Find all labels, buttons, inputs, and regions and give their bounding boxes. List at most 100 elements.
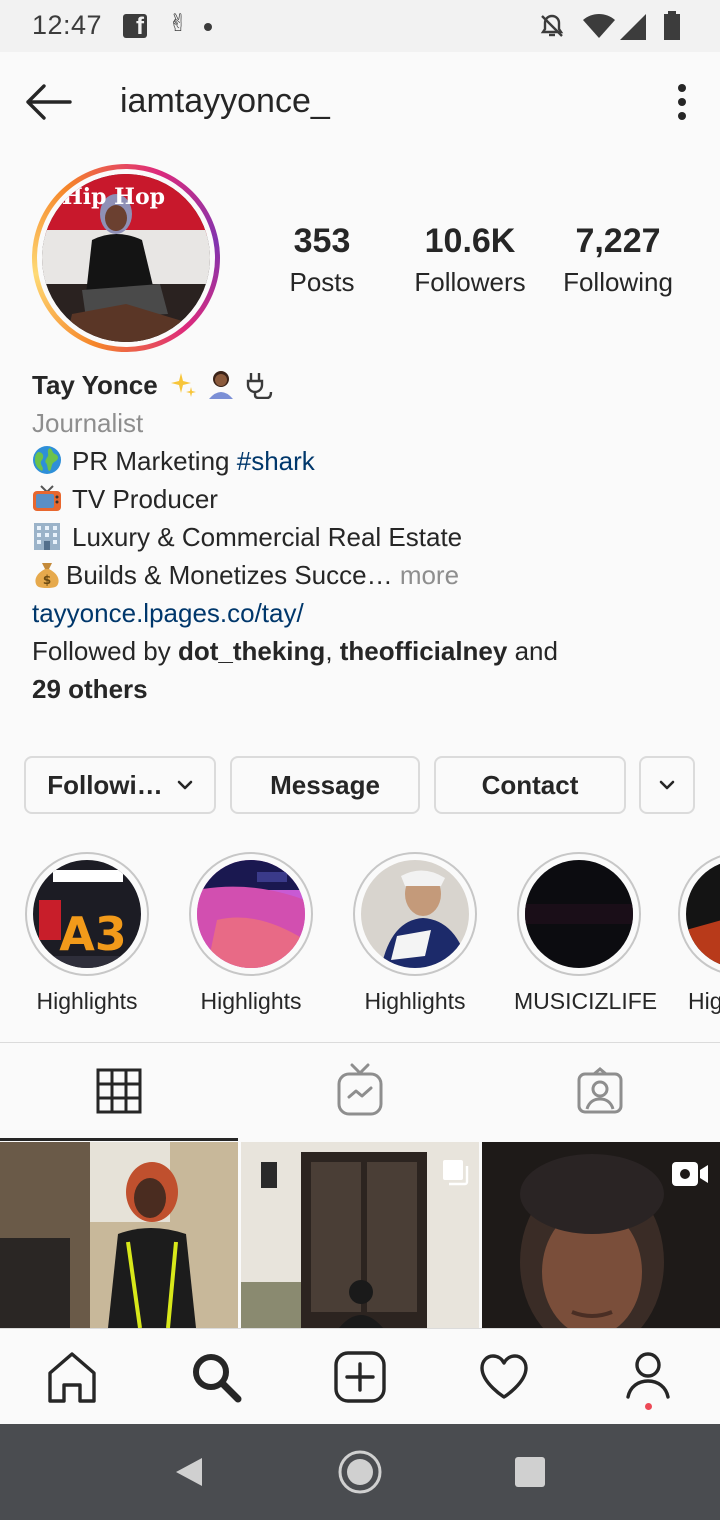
contact-button[interactable]: Contact [434, 756, 626, 814]
highlight-label: Highlights [36, 988, 138, 1014]
highlight-cover: A3 [33, 860, 141, 968]
active-tab-indicator [0, 1138, 238, 1141]
highlight-cover [197, 860, 305, 968]
highlight-item[interactable]: Highlights [186, 852, 316, 1015]
tab-posts-grid[interactable] [0, 1043, 240, 1141]
following-count: 7,227 [575, 222, 661, 260]
posts-label: Posts [289, 267, 355, 297]
home-icon[interactable] [44, 1349, 100, 1405]
highlight-label: Highlights [364, 988, 466, 1014]
following-button[interactable]: Followi… [24, 756, 216, 814]
suggested-accounts-button[interactable] [639, 756, 695, 814]
heart-icon[interactable] [476, 1349, 532, 1405]
stat-followers[interactable]: 10.6K Followers [402, 222, 538, 298]
status-bar: 12:47 ✌ [0, 0, 720, 52]
android-back-icon[interactable] [170, 1454, 206, 1490]
highlight-item[interactable]: MUSICIZLIFE [514, 852, 658, 1015]
tab-tagged[interactable] [480, 1043, 720, 1141]
money-bag-emoji-icon: $ [35, 563, 59, 588]
bio-line-4-text: Builds & Monetizes Succe… [66, 560, 393, 590]
svg-text:A3: A3 [59, 907, 127, 961]
followed-by-and: and [507, 636, 558, 666]
profile-tabs [0, 1042, 720, 1141]
bio-line-1-text: PR Marketing [72, 446, 237, 476]
bio-website-link[interactable]: tayyonce.lpages.co/tay/ [32, 594, 692, 632]
followers-count: 10.6K [424, 222, 516, 260]
android-navigation-bar [0, 1424, 720, 1520]
tagged-icon [577, 1067, 623, 1114]
woman-emoji-icon [209, 371, 234, 399]
office-building-emoji-icon [34, 523, 60, 550]
message-button[interactable]: Message [230, 756, 420, 814]
bottom-navigation [0, 1328, 720, 1424]
grid-icon [96, 1068, 142, 1114]
post-thumbnail[interactable] [482, 1142, 720, 1328]
post-thumbnail[interactable] [241, 1142, 479, 1328]
mutual-followers-others[interactable]: 29 others [32, 670, 692, 708]
highlight-cover [686, 860, 720, 968]
display-name: Tay Yonce [32, 370, 158, 400]
highlight-label: Highlights [200, 988, 302, 1014]
bio-line-3: Luxury & Commercial Real Estate [32, 518, 692, 556]
profile-avatar[interactable]: Hip Hop [32, 164, 220, 352]
more-options-icon[interactable] [664, 80, 700, 124]
notifications-muted-icon [540, 14, 564, 37]
avatar-photo: Hip Hop [42, 174, 210, 342]
posts-count: 353 [293, 222, 351, 260]
android-home-icon[interactable] [336, 1448, 384, 1496]
followed-by-text[interactable]: Followed by dot_theking, theofficialney … [32, 632, 692, 670]
bio-line-1: PR Marketing #shark [32, 442, 692, 480]
profile-bio: Tay Yonce Journalist PR Marketing #shark [32, 366, 692, 708]
facebook-notification-icon [123, 13, 147, 41]
tab-igtv[interactable] [240, 1043, 480, 1141]
television-emoji-icon [33, 485, 61, 511]
notification-dot [645, 1403, 652, 1410]
following-label: Following [563, 267, 673, 297]
highlight-cover [525, 860, 633, 968]
battery-icon [664, 11, 680, 40]
avatar-sign-text: Hip Hop [62, 184, 166, 210]
bio-line-4: $ Builds & Monetizes Succe… more [32, 556, 692, 594]
post-thumbnail[interactable] [0, 1142, 238, 1328]
add-post-icon[interactable] [332, 1349, 388, 1405]
followed-by-separator: , [325, 636, 340, 666]
bio-category: Journalist [32, 408, 144, 438]
svg-text:$: $ [43, 573, 51, 587]
contact-button-label: Contact [481, 769, 579, 800]
stat-following[interactable]: 7,227 Following [552, 222, 684, 298]
profile-icon[interactable] [620, 1349, 676, 1405]
globe-emoji-icon [33, 446, 61, 474]
hand-notification-icon: ✌ [168, 10, 189, 37]
sparkles-emoji-icon [170, 373, 196, 397]
highlight-item[interactable]: A3 Highlights [22, 852, 152, 1015]
highlight-item[interactable]: Highlights [350, 852, 480, 1015]
carousel-icon [443, 1160, 469, 1186]
bio-more-link[interactable]: more [393, 560, 459, 590]
highlight-label: Hig [688, 988, 720, 1014]
more-notifications-dot-icon [204, 23, 212, 31]
search-icon[interactable] [188, 1349, 244, 1405]
mutual-follower-1: dot_theking [177, 636, 326, 666]
cell-signal-icon [620, 14, 646, 40]
bio-line-2: TV Producer [32, 480, 692, 518]
bio-line-2-text: TV Producer [72, 484, 218, 514]
stat-posts[interactable]: 353 Posts [282, 222, 362, 298]
chevron-down-icon [659, 780, 675, 790]
highlight-label: MUSICIZLIFE [514, 988, 658, 1014]
android-recents-icon[interactable] [512, 1454, 548, 1490]
bio-line-3-text: Luxury & Commercial Real Estate [72, 522, 463, 552]
back-arrow-icon[interactable] [20, 78, 76, 126]
profile-username: iamtayyonce_ [120, 82, 330, 120]
video-icon [672, 1162, 708, 1186]
followers-label: Followers [414, 267, 526, 297]
highlight-cover [361, 860, 469, 968]
profile-header: iamtayyonce_ [0, 52, 720, 152]
message-button-label: Message [270, 769, 380, 800]
highlight-item[interactable]: Hig [678, 852, 720, 1015]
following-button-label: Followi… [47, 769, 163, 800]
igtv-icon [337, 1063, 383, 1116]
status-time: 12:47 [32, 10, 103, 40]
chevron-down-icon [177, 780, 193, 790]
bio-name-row: Tay Yonce [32, 366, 692, 404]
hashtag-shark[interactable]: #shark [237, 446, 315, 476]
